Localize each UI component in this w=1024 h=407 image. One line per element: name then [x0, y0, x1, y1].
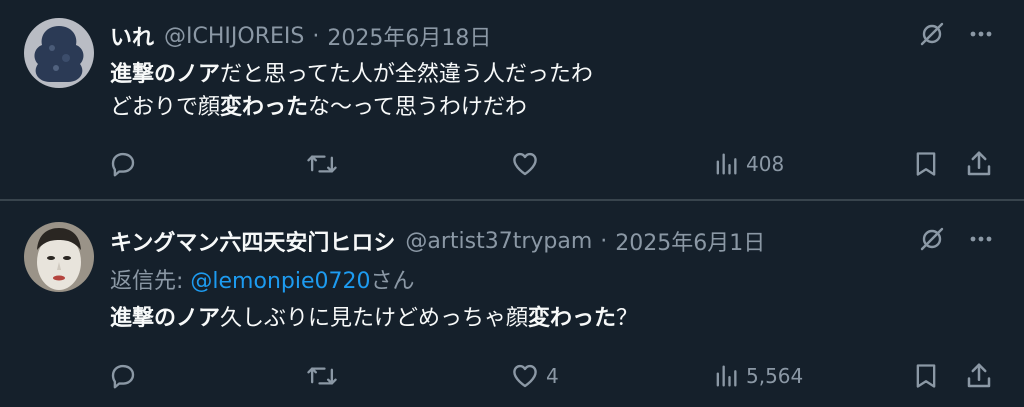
top-actions [918, 20, 994, 48]
bookmark-button[interactable] [912, 358, 940, 394]
text: 久しぶりに見たけどめっちゃ顔 [220, 306, 529, 331]
views-bars-icon [716, 153, 737, 175]
retweet-button[interactable] [306, 146, 344, 182]
views-button[interactable]: 408 [712, 146, 784, 182]
avatar[interactable] [24, 18, 94, 88]
tweet-header: キングマン六四天安门ヒロシ @artist37trypam · 2025年6月1… [110, 225, 765, 257]
heart-icon [513, 364, 537, 388]
user-handle[interactable]: @ICHIJOREIS [164, 24, 304, 49]
display-name[interactable]: キングマン六四天安门ヒロシ [110, 225, 395, 257]
grok-slash-icon[interactable] [918, 225, 946, 253]
retweet-button[interactable] [306, 358, 344, 394]
tweet-text: 進撃のノア久しぶりに見たけどめっちゃ顔変わった？ [110, 302, 638, 335]
action-bar: 4 5,564 [0, 358, 1024, 394]
retweet-icon [307, 367, 337, 385]
separator: · [600, 228, 608, 254]
grok-slash-icon[interactable] [918, 20, 946, 48]
reply-bubble-icon [111, 152, 135, 177]
reply-label: 返信先: [110, 269, 191, 294]
tweet-date[interactable]: 2025年6月18日 [327, 20, 491, 52]
retweet-icon [307, 155, 337, 173]
display-name[interactable]: いれ [110, 20, 154, 52]
text-bold: 変わった [528, 306, 617, 331]
heart-icon [513, 152, 537, 176]
tweet-line: 進撃のノアだと思ってた人が全然違う人だったわ [110, 58, 593, 91]
text-bold: 変わった [220, 95, 309, 120]
reply-bubble-icon [111, 364, 135, 389]
share-upload-icon [967, 363, 991, 388]
views-bars-icon [716, 365, 737, 387]
separator: · [312, 23, 320, 49]
reply-button[interactable] [108, 146, 144, 182]
text-bold: 進撃のノア [110, 306, 221, 331]
action-bar: 408 [0, 146, 1024, 182]
share-button[interactable] [964, 358, 994, 394]
text: だと思ってた人が全然違う人だったわ [220, 62, 593, 87]
more-horizontal-icon[interactable] [968, 226, 994, 252]
more-horizontal-icon[interactable] [968, 21, 994, 47]
tweet[interactable]: いれ @ICHIJOREIS · 2025年6月18日 進撃のノアだと思ってた人… [0, 0, 1024, 200]
bookmark-button[interactable] [912, 146, 940, 182]
text: どおりで顔 [110, 95, 221, 120]
tweet-line: 進撃のノア久しぶりに見たけどめっちゃ顔変わった？ [110, 302, 638, 335]
text: な〜って思うわけだわ [308, 95, 527, 120]
user-handle[interactable]: @artist37trypam [405, 229, 592, 254]
top-actions [918, 225, 994, 253]
tweet-date[interactable]: 2025年6月1日 [615, 225, 765, 257]
tweet[interactable]: キングマン六四天安门ヒロシ @artist37trypam · 2025年6月1… [0, 201, 1024, 407]
like-button[interactable] [510, 146, 546, 182]
views-count: 408 [746, 152, 785, 176]
reply-suffix: さん [370, 269, 415, 294]
views-count: 5,564 [746, 364, 804, 388]
reply-button[interactable] [108, 358, 144, 394]
avatar[interactable] [24, 222, 94, 292]
like-count: 4 [546, 364, 559, 388]
bookmark-icon [916, 364, 936, 388]
text: ？ [616, 306, 639, 331]
tweet-text: 進撃のノアだと思ってた人が全然違う人だったわ どおりで顔変わったな〜って思うわけ… [110, 58, 593, 124]
reply-context: 返信先: @lemonpie0720さん [110, 263, 415, 295]
like-button[interactable]: 4 [510, 358, 559, 394]
text-bold: 進撃のノア [110, 62, 221, 87]
share-upload-icon [967, 151, 991, 176]
share-button[interactable] [964, 146, 994, 182]
views-button[interactable]: 5,564 [712, 358, 803, 394]
bookmark-icon [916, 152, 936, 176]
reply-mention-link[interactable]: @lemonpie0720 [190, 269, 370, 294]
tweet-line: どおりで顔変わったな〜って思うわけだわ [110, 91, 593, 124]
tweet-header: いれ @ICHIJOREIS · 2025年6月18日 [110, 20, 491, 52]
